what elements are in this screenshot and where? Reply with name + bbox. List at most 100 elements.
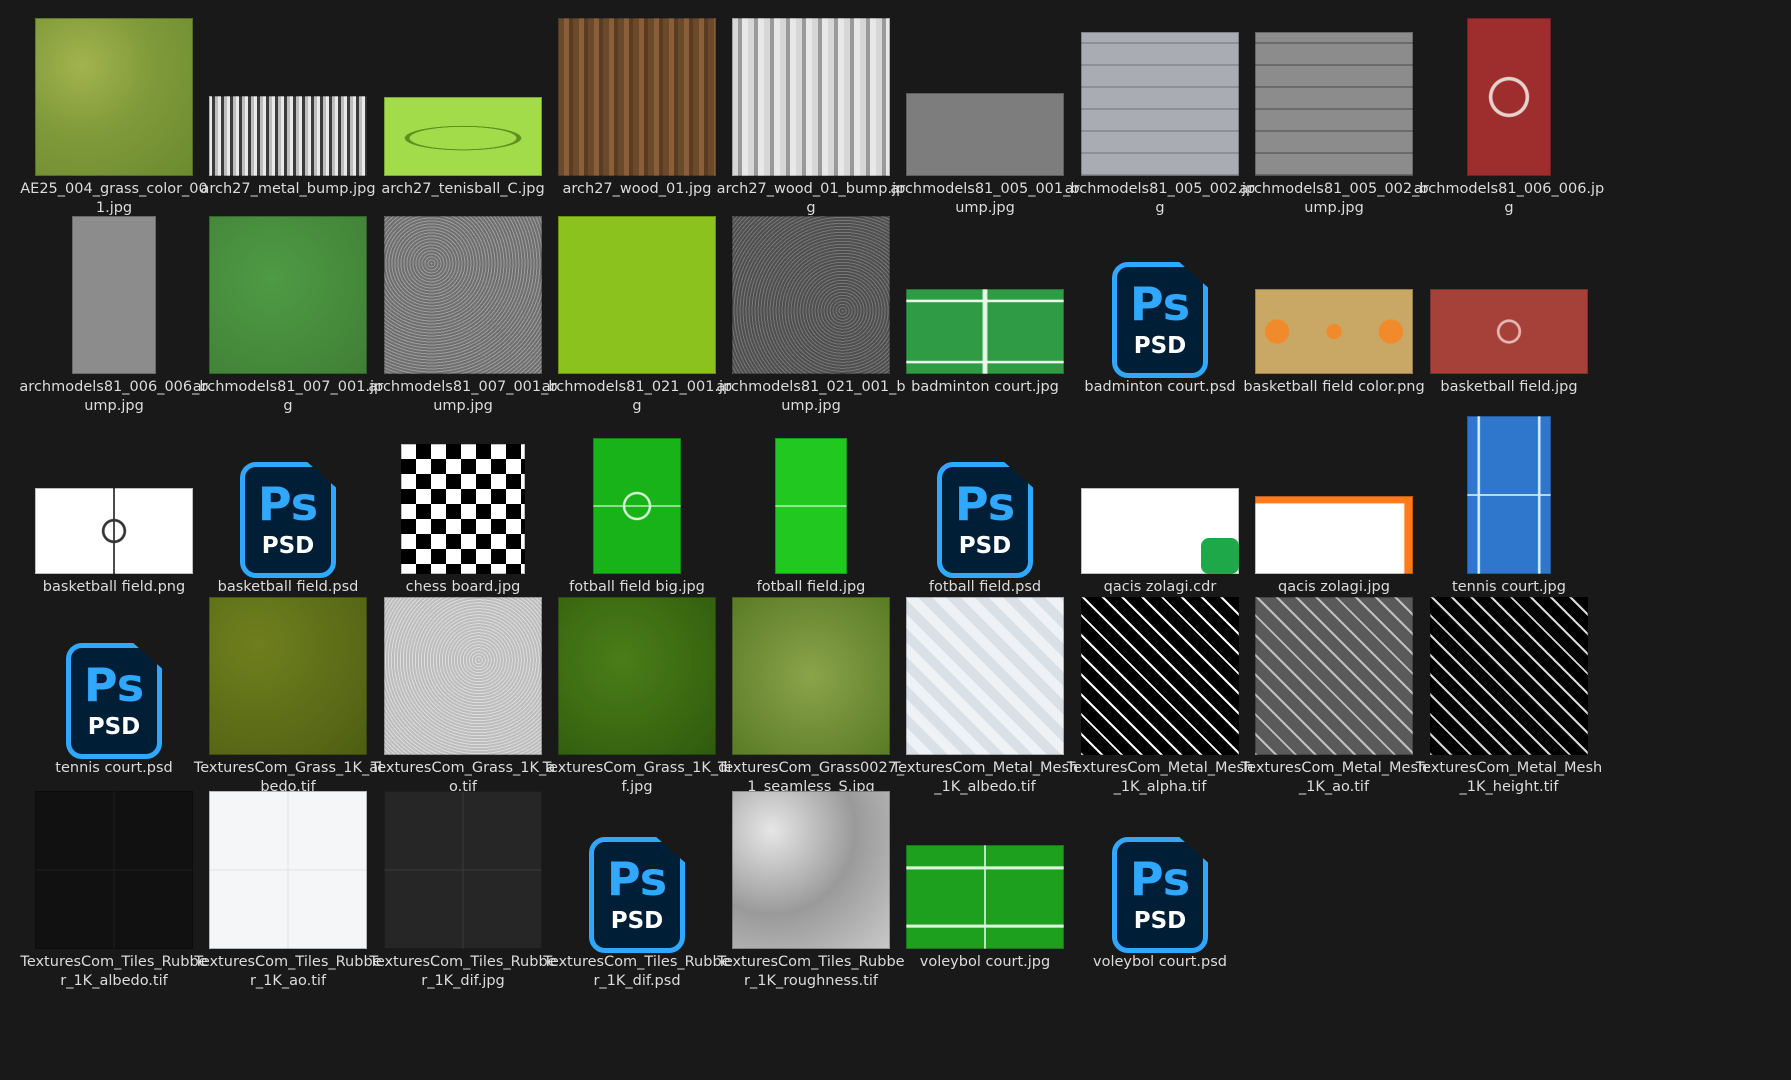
file-item[interactable]: Ps PSD badminton court.psd (1064, 210, 1256, 420)
rubber-tiles-albedo-image-icon (35, 791, 193, 949)
file-item[interactable]: TexturesCom_Grass_1K_ao.tif (367, 591, 559, 801)
file-item[interactable]: TexturesCom_Tiles_Rubber_1K_ao.tif (192, 785, 384, 995)
file-item[interactable]: archmodels81_006_006_bump.jpg (18, 210, 210, 420)
file-thumbnail (18, 12, 210, 182)
file-thumbnail (541, 210, 733, 380)
metal-mesh-ao-image-icon (1255, 597, 1413, 755)
file-item[interactable]: fotball field.jpg (715, 410, 907, 620)
file-thumbnail (715, 210, 907, 380)
file-name: TexturesCom_Tiles_Rubber_1K_ao.tif (194, 954, 382, 989)
noise-image-icon (384, 216, 542, 374)
wood-bump-image-icon (732, 18, 890, 176)
file-thumbnail (18, 785, 210, 955)
file-name: basketball field color.png (1243, 379, 1425, 395)
rubber-tiles-dif-image-icon (384, 791, 542, 949)
file-item[interactable]: archmodels81_006_006.jpg (1413, 12, 1605, 222)
file-thumbnail (541, 410, 733, 580)
badminton-court-image-icon (906, 289, 1064, 374)
file-item[interactable]: basketball field color.png (1238, 210, 1430, 420)
file-item[interactable]: basketball field.jpg (1413, 210, 1605, 420)
file-name: basketball field.jpg (1440, 379, 1578, 395)
file-item[interactable]: fotball field big.jpg (541, 410, 733, 620)
file-item[interactable]: Ps PSD voleybol court.psd (1064, 785, 1256, 995)
file-thumbnail (715, 12, 907, 182)
wood-image-icon (558, 18, 716, 176)
green-image-icon (558, 216, 716, 374)
file-item[interactable]: voleybol court.jpg (889, 785, 1081, 995)
file-thumbnail: Ps PSD (541, 785, 733, 955)
basketball-field-outline-image-icon (35, 488, 193, 574)
file-item[interactable]: tennis court.jpg (1413, 410, 1605, 620)
paving-image-icon (1081, 32, 1239, 176)
football-field-big-image-icon (593, 438, 681, 574)
file-name: TexturesCom_Metal_Mesh_1K_height.tif (1415, 760, 1603, 795)
basketball-color-image-icon (1255, 289, 1413, 374)
file-item[interactable]: qacis zolagi.jpg (1238, 410, 1430, 620)
file-item[interactable]: archmodels81_007_001.jpg (192, 210, 384, 420)
turf-image-icon (209, 216, 367, 374)
file-item[interactable]: archmodels81_005_001_bump.jpg (889, 12, 1081, 222)
metal-image-icon (209, 96, 367, 176)
coreldraw-badge-icon (1201, 538, 1239, 574)
file-item[interactable]: TexturesCom_Grass_1K_albedo.tif (192, 591, 384, 801)
file-thumbnail (541, 12, 733, 182)
file-item[interactable]: arch27_wood_01.jpg (541, 12, 733, 222)
file-item[interactable]: TexturesCom_Tiles_Rubber_1K_roughness.ti… (715, 785, 907, 995)
file-thumbnail (715, 591, 907, 761)
file-item[interactable]: arch27_metal_bump.jpg (192, 12, 384, 222)
tennisball-image-icon (384, 97, 542, 176)
ps-logo-text: Ps (1129, 852, 1191, 906)
ps-logo-text: Ps (954, 477, 1016, 531)
file-item[interactable]: badminton court.jpg (889, 210, 1081, 420)
file-item[interactable]: TexturesCom_Metal_Mesh_1K_albedo.tif (889, 591, 1081, 801)
file-item[interactable]: Ps PSD tennis court.psd (18, 591, 210, 801)
file-item[interactable]: archmodels81_021_001.jpg (541, 210, 733, 420)
file-item[interactable]: archmodels81_005_002.jpg (1064, 12, 1256, 222)
file-item[interactable]: TexturesCom_Metal_Mesh_1K_alpha.tif (1064, 591, 1256, 801)
stripe-image-icon (1255, 496, 1413, 574)
file-item[interactable]: archmodels81_005_002_bump.jpg (1238, 12, 1430, 222)
file-item[interactable]: basketball field.png (18, 410, 210, 620)
file-name: tennis court.psd (55, 760, 173, 776)
file-thumbnail (1238, 12, 1430, 182)
file-thumbnail: Ps PSD (192, 410, 384, 580)
psd-logo-text: PSD (958, 533, 1012, 559)
ps-logo-text: Ps (83, 658, 145, 712)
coreldraw-file-icon (1081, 488, 1239, 574)
file-name: TexturesCom_Tiles_Rubber_1K_dif.jpg (369, 954, 557, 989)
file-name: badminton court.jpg (911, 379, 1059, 395)
file-thumbnail (1238, 591, 1430, 761)
rubber-tiles-roughness-image-icon (732, 791, 890, 949)
file-item[interactable]: arch27_wood_01_bump.jpg (715, 12, 907, 222)
file-name: arch27_metal_bump.jpg (200, 181, 376, 197)
file-item[interactable]: arch27_tenisball_C.jpg (367, 12, 559, 222)
file-item[interactable]: TexturesCom_Metal_Mesh_1K_ao.tif (1238, 591, 1430, 801)
file-item[interactable]: TexturesCom_Metal_Mesh_1K_height.tif (1413, 591, 1605, 801)
file-thumbnail (1413, 12, 1605, 182)
file-thumbnail (367, 591, 559, 761)
file-thumbnail: Ps PSD (1064, 210, 1256, 380)
file-thumbnail (715, 410, 907, 580)
file-name: TexturesCom_Tiles_Rubber_1K_roughness.ti… (717, 954, 905, 989)
file-item[interactable]: qacis zolagi.cdr (1064, 410, 1256, 620)
file-item[interactable]: TexturesCom_Tiles_Rubber_1K_albedo.tif (18, 785, 210, 995)
file-item[interactable]: AE25_004_grass_color_001.jpg (18, 12, 210, 222)
photoshop-psd-icon: Ps PSD (1112, 262, 1208, 378)
file-item[interactable]: archmodels81_021_001_bump.jpg (715, 210, 907, 420)
file-item[interactable]: Ps PSD TexturesCom_Tiles_Rubber_1K_dif.psd (541, 785, 733, 995)
basketball-court-image-icon (1467, 18, 1551, 176)
file-item[interactable]: TexturesCom_Grass_1K_dif.jpg (541, 591, 733, 801)
psd-logo-text: PSD (87, 714, 141, 740)
file-thumbnail (18, 210, 210, 380)
photoshop-psd-icon: Ps PSD (937, 462, 1033, 578)
file-item[interactable]: Ps PSD fotball field.psd (889, 410, 1081, 620)
file-item[interactable]: archmodels81_007_001_bump.jpg (367, 210, 559, 420)
file-item[interactable]: chess board.jpg (367, 410, 559, 620)
ps-logo-text: Ps (1129, 277, 1191, 331)
file-thumbnail (192, 12, 384, 182)
basketball-field-image-icon (1430, 289, 1588, 374)
psd-logo-text: PSD (261, 533, 315, 559)
file-item[interactable]: Ps PSD basketball field.psd (192, 410, 384, 620)
file-item[interactable]: TexturesCom_Grass0027_1_seamless_S.jpg (715, 591, 907, 801)
file-item[interactable]: TexturesCom_Tiles_Rubber_1K_dif.jpg (367, 785, 559, 995)
